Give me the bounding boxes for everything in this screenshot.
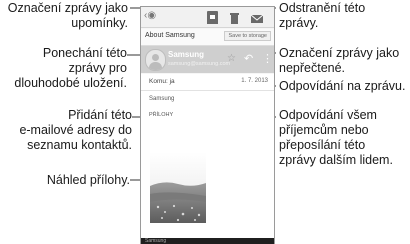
action-bar: ‹◉: [141, 7, 274, 28]
recipient-label: Komu: ja: [149, 78, 175, 85]
mail-unread-icon[interactable]: [250, 11, 264, 23]
contact-avatar-icon[interactable]: [145, 49, 166, 71]
message-body: Samsung PŘÍLOHY: [141, 91, 274, 241]
email-screen: ‹◉ About Samsung Save to storage Samsung…: [140, 6, 275, 244]
sender-name: Samsung: [168, 50, 205, 59]
sender-bar: Samsung samsung@samsung.com ☆ ↶ ⋮: [141, 46, 274, 73]
reply-icon[interactable]: ↶: [244, 52, 253, 65]
message-from: Samsung: [149, 96, 175, 102]
callout-mark-reminder: Označení zprávy jako upomínky.: [7, 1, 128, 30]
message-date: 1. 7. 2013: [241, 78, 268, 84]
star-icon[interactable]: ☆: [227, 53, 236, 64]
attachment-label: PŘÍLOHY: [149, 112, 174, 118]
callout-reply: Odpovídání na zprávu.: [279, 79, 406, 93]
callout-reply-all: Odpovídání všem příjemcům nebo přeposílá…: [279, 108, 393, 167]
subject-row: About Samsung Save to storage: [141, 29, 274, 46]
bottom-bar: Samsung: [141, 238, 274, 244]
save-icon[interactable]: [207, 11, 218, 24]
callout-mark-unread: Označení zprávy jako nepřečtené.: [279, 46, 400, 75]
landscape-image: [150, 152, 206, 223]
callout-add-contact: Přidání této e-mailové adresy do seznamu…: [19, 108, 132, 152]
back-arrow-icon[interactable]: ‹◉: [144, 10, 156, 21]
sender-email: samsung@samsung.com: [168, 61, 231, 67]
save-storage-button[interactable]: Save to storage: [224, 31, 271, 41]
callout-keep-storage: Ponechání této zprávy pro dlouhodobé ulo…: [14, 46, 127, 90]
recipient-row: Komu: ja 1. 7. 2013: [141, 74, 274, 91]
subject-label: About Samsung: [145, 32, 195, 39]
bottom-bar-text: Samsung: [145, 238, 167, 244]
attachment-thumbnail[interactable]: [150, 152, 206, 223]
callout-delete: Odstranění této zprávy.: [279, 1, 366, 30]
trash-icon[interactable]: [229, 11, 240, 24]
more-icon[interactable]: ⋮: [262, 52, 273, 65]
callout-attachment-preview: Náhled přílohy.: [46, 173, 130, 187]
